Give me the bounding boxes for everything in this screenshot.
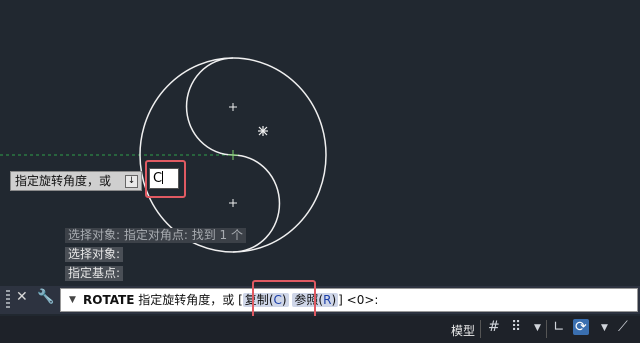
highlight-box-copy-option	[252, 280, 316, 320]
command-bar-grip[interactable]	[6, 290, 10, 310]
command-history-line: 选择对象:	[65, 247, 124, 262]
inner-arc-top	[185, 57, 234, 156]
center-asterisk	[258, 126, 268, 136]
command-history-line: 指定基点:	[65, 266, 124, 281]
isodraft-icon[interactable]: ⟋	[618, 319, 628, 335]
status-separator	[546, 320, 547, 338]
grid-icon[interactable]: #	[488, 319, 500, 335]
dynamic-input-prompt: 指定旋转角度，或 ↓	[10, 171, 142, 191]
dynamic-input-prompt-text: 指定旋转角度，或	[15, 174, 112, 188]
status-separator	[480, 320, 481, 338]
snap-icon[interactable]: ⠿	[511, 319, 521, 335]
status-bar	[0, 316, 640, 343]
tab-model[interactable]: 模型	[451, 322, 475, 339]
highlight-box-input	[145, 160, 186, 198]
close-icon[interactable]: ✕	[16, 289, 28, 305]
option-reference-key: R	[323, 293, 332, 307]
drawing-geometry	[0, 57, 327, 253]
command-line[interactable]: ▼ ROTATE 指定旋转角度，或 [复制(C) 参照(R)] <0>:	[60, 288, 638, 312]
chevron-down-icon[interactable]: ▼	[601, 323, 608, 333]
command-name: ROTATE	[83, 293, 135, 307]
polar-tracking-icon[interactable]: ⟳	[573, 319, 589, 335]
chevron-down-icon[interactable]: ▼	[534, 323, 541, 333]
bracket-close: ]	[338, 293, 343, 307]
command-history-line: 选择对象: 指定对角点: 找到 1 个	[65, 228, 246, 243]
outer-arc-right	[232, 57, 327, 253]
base-point-marker	[228, 150, 238, 160]
chevron-down-icon[interactable]: ▼	[69, 289, 76, 311]
ortho-icon[interactable]: ∟	[553, 319, 565, 335]
cross-marker-top	[229, 103, 237, 111]
wrench-icon[interactable]: 🔧	[37, 289, 54, 305]
command-prompt: 指定旋转角度，或	[138, 293, 235, 307]
down-arrow-icon[interactable]: ↓	[125, 175, 138, 188]
command-default: <0>:	[346, 293, 379, 307]
cross-marker-bottom	[229, 199, 237, 207]
